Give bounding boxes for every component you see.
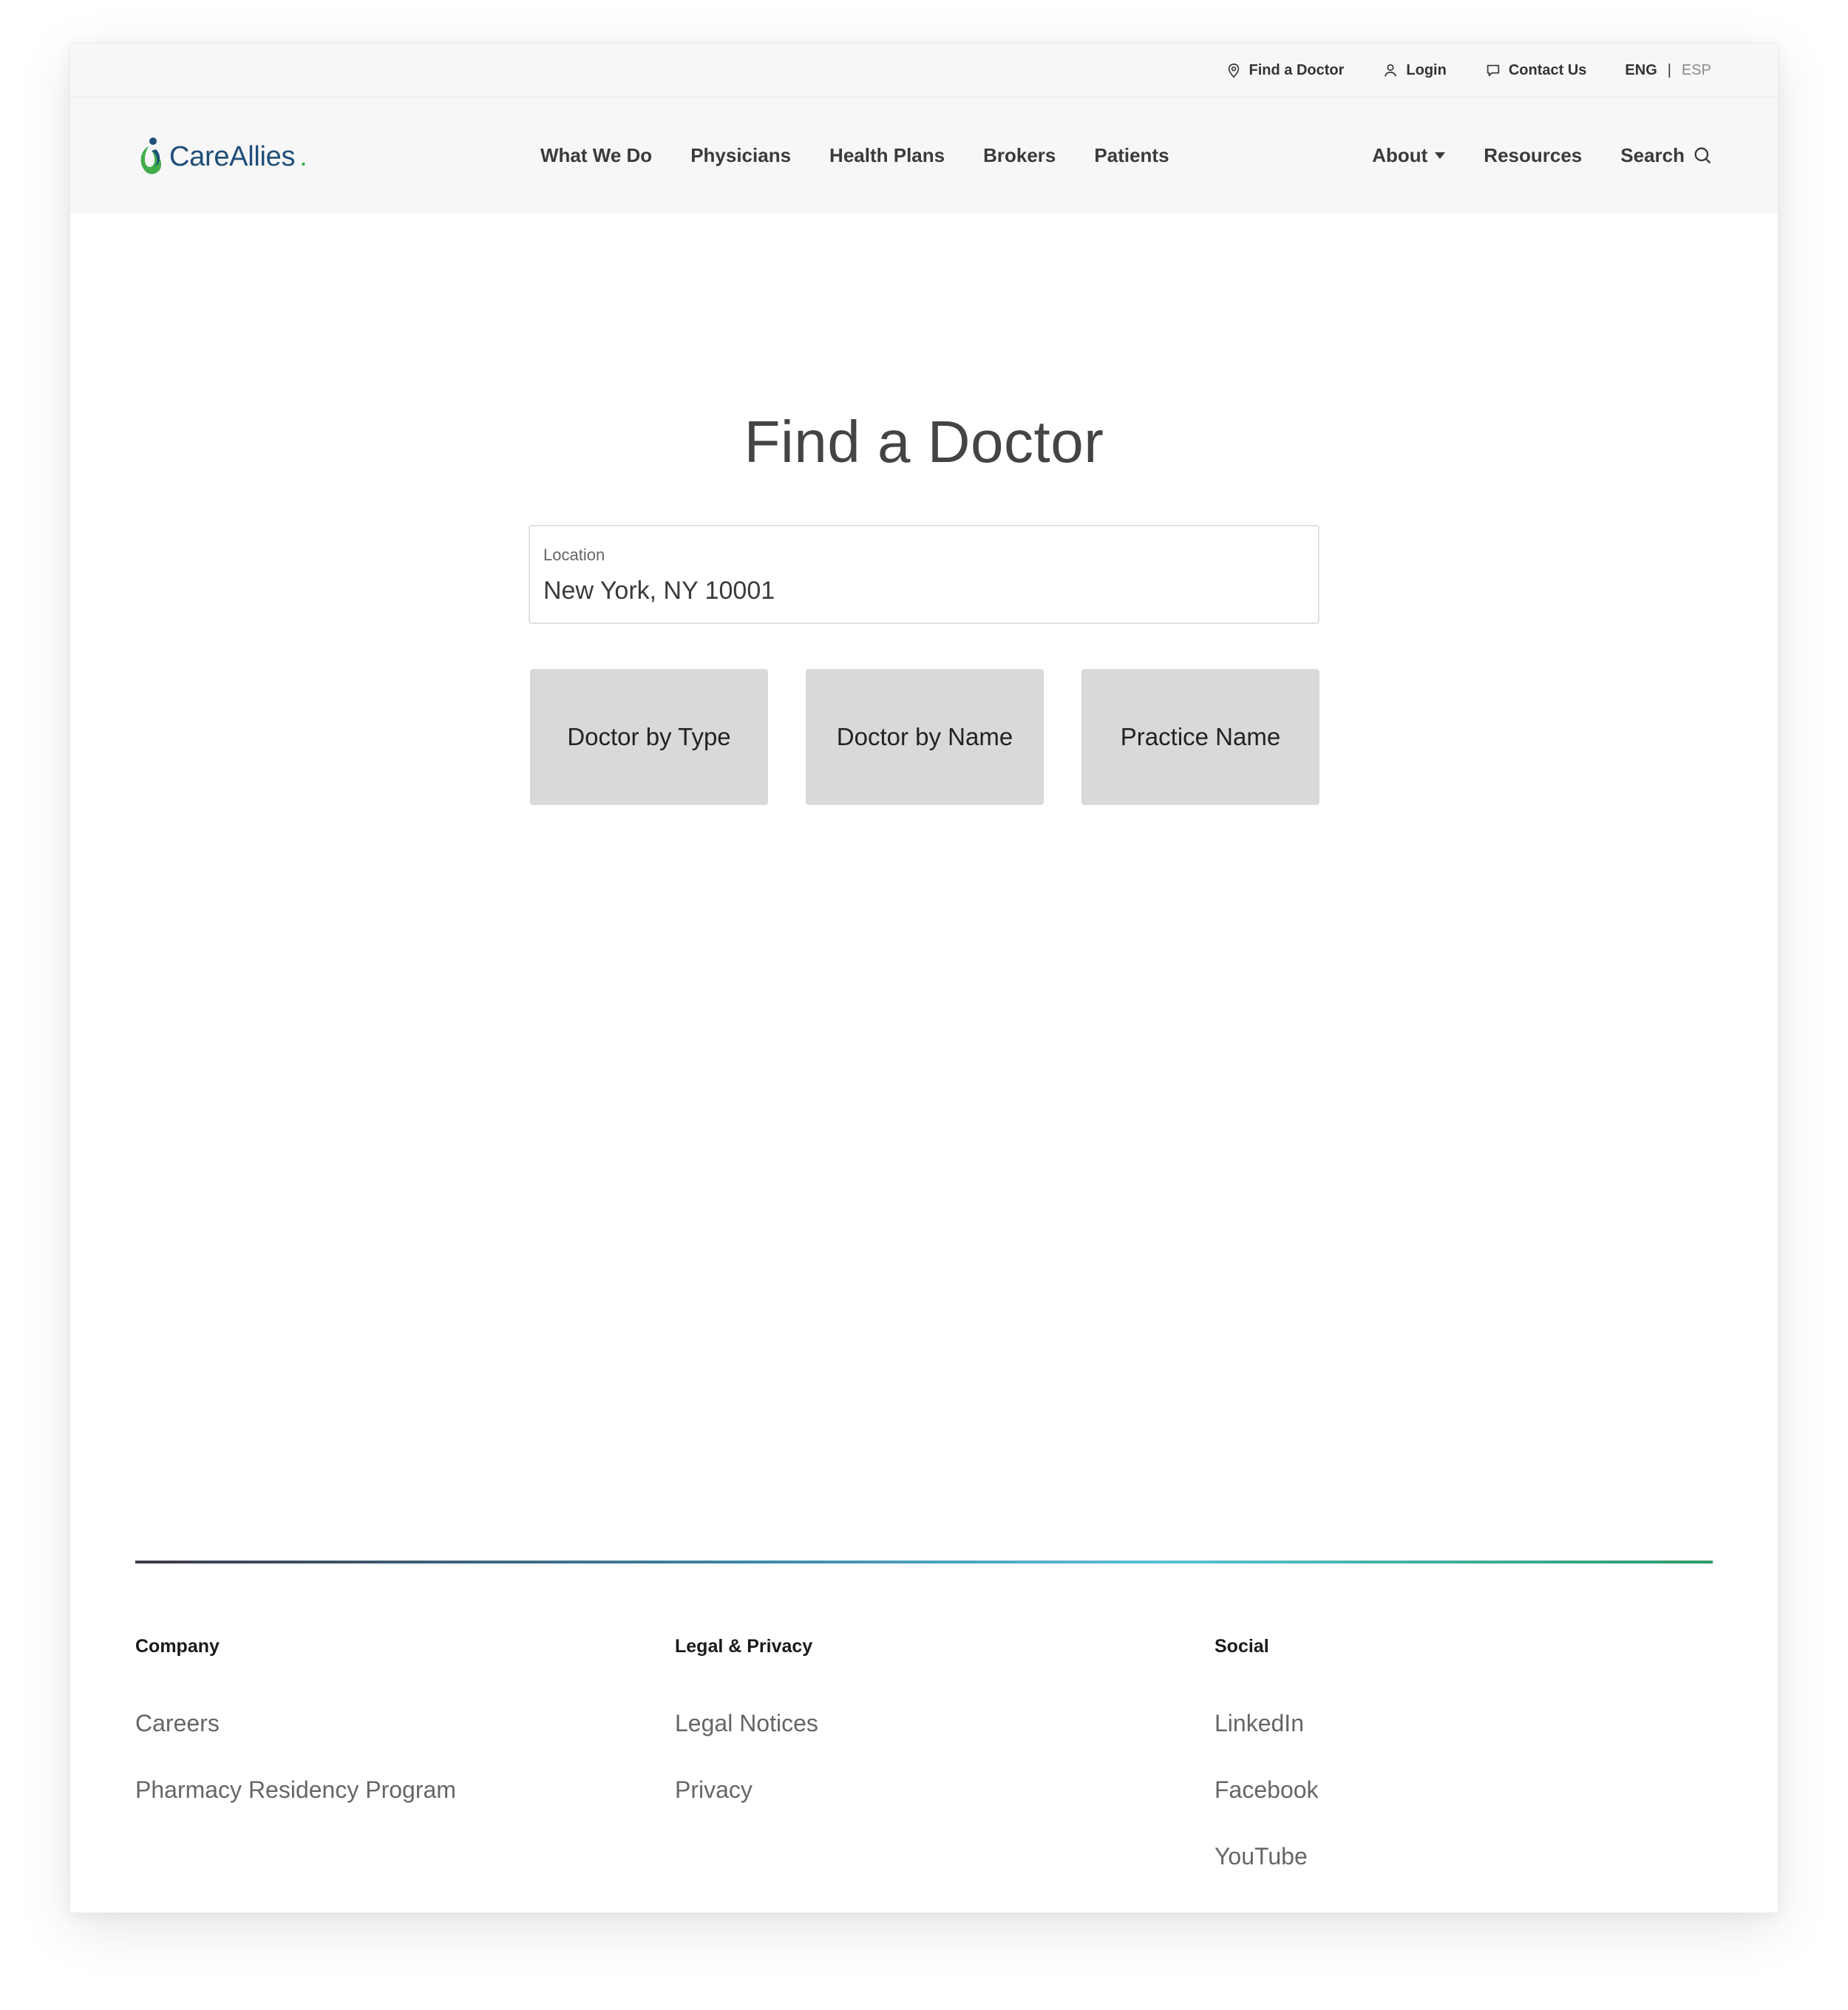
footer-company-heading: Company: [135, 1636, 220, 1657]
footer-link-legal-notices[interactable]: Legal Notices: [675, 1709, 818, 1737]
nav-search-label: Search: [1620, 143, 1685, 166]
primary-nav: What We Do Physicians Health Plans Broke…: [540, 98, 1169, 213]
nav-search[interactable]: Search: [1620, 144, 1713, 167]
caret-down-icon: [1435, 152, 1446, 159]
logo[interactable]: CareAllies.: [135, 136, 308, 177]
contact-us-link[interactable]: Contact Us: [1485, 61, 1587, 79]
practice-name-button[interactable]: Practice Name: [1081, 669, 1319, 805]
footer-link-privacy[interactable]: Privacy: [675, 1776, 818, 1804]
user-icon: [1385, 64, 1397, 77]
nav-about-label: About: [1372, 143, 1428, 166]
lang-separator: |: [1667, 61, 1671, 78]
doctor-by-name-button[interactable]: Doctor by Name: [806, 669, 1044, 805]
map-pin-icon: [1228, 63, 1239, 78]
lang-eng[interactable]: ENG: [1625, 62, 1657, 79]
footer-link-careers[interactable]: Careers: [135, 1709, 456, 1737]
login-label: Login: [1406, 61, 1447, 78]
doctor-by-type-button[interactable]: Doctor by Type: [530, 669, 768, 805]
page-frame: Find a Doctor Login Contact Us ENG | ESP: [69, 43, 1779, 1913]
footer-link-facebook[interactable]: Facebook: [1215, 1776, 1319, 1804]
footer-company: Company Careers Pharmacy Residency Progr…: [135, 1636, 456, 1842]
nav-physicians[interactable]: Physicians: [690, 144, 791, 167]
location-label: Location: [543, 546, 605, 564]
footer-social-heading: Social: [1215, 1636, 1269, 1657]
nav-resources[interactable]: Resources: [1484, 144, 1582, 167]
search-icon: [1694, 147, 1711, 164]
careallies-logo-icon: [140, 137, 162, 174]
footer-link-linkedin[interactable]: LinkedIn: [1215, 1709, 1319, 1737]
footer-divider: [135, 1561, 1713, 1563]
logo-dot: .: [299, 140, 308, 172]
nav-health-plans[interactable]: Health Plans: [829, 144, 945, 167]
language-switcher: ENG | ESP: [1625, 62, 1711, 79]
logo-text: CareAllies: [169, 140, 296, 172]
page-title: Find a Doctor: [744, 409, 1104, 475]
location-input[interactable]: [543, 577, 1297, 605]
footer-legal: Legal & Privacy Legal Notices Privacy: [675, 1636, 818, 1842]
secondary-nav: About Resources Search: [1372, 98, 1713, 213]
utility-bar: Find a Doctor Login Contact Us ENG | ESP: [70, 44, 1778, 98]
footer-legal-heading: Legal & Privacy: [675, 1636, 813, 1657]
nav-what-we-do[interactable]: What We Do: [540, 144, 652, 167]
lang-esp[interactable]: ESP: [1682, 62, 1711, 79]
nav-about[interactable]: About: [1372, 143, 1446, 167]
chat-bubble-icon: [1487, 64, 1500, 77]
footer-link-youtube[interactable]: YouTube: [1215, 1842, 1319, 1870]
find-doctor-label: Find a Doctor: [1249, 61, 1345, 78]
login-link[interactable]: Login: [1382, 61, 1447, 79]
nav-brokers[interactable]: Brokers: [983, 144, 1056, 167]
location-field[interactable]: Location: [529, 525, 1319, 624]
footer-social: Social LinkedIn Facebook YouTube: [1215, 1636, 1319, 1909]
find-doctor-link[interactable]: Find a Doctor: [1226, 61, 1345, 79]
main-nav: CareAllies. What We Do Physicians Health…: [70, 98, 1778, 213]
contact-us-label: Contact Us: [1508, 61, 1587, 78]
footer-link-pharmacy-residency[interactable]: Pharmacy Residency Program: [135, 1776, 456, 1804]
nav-patients[interactable]: Patients: [1094, 144, 1169, 167]
